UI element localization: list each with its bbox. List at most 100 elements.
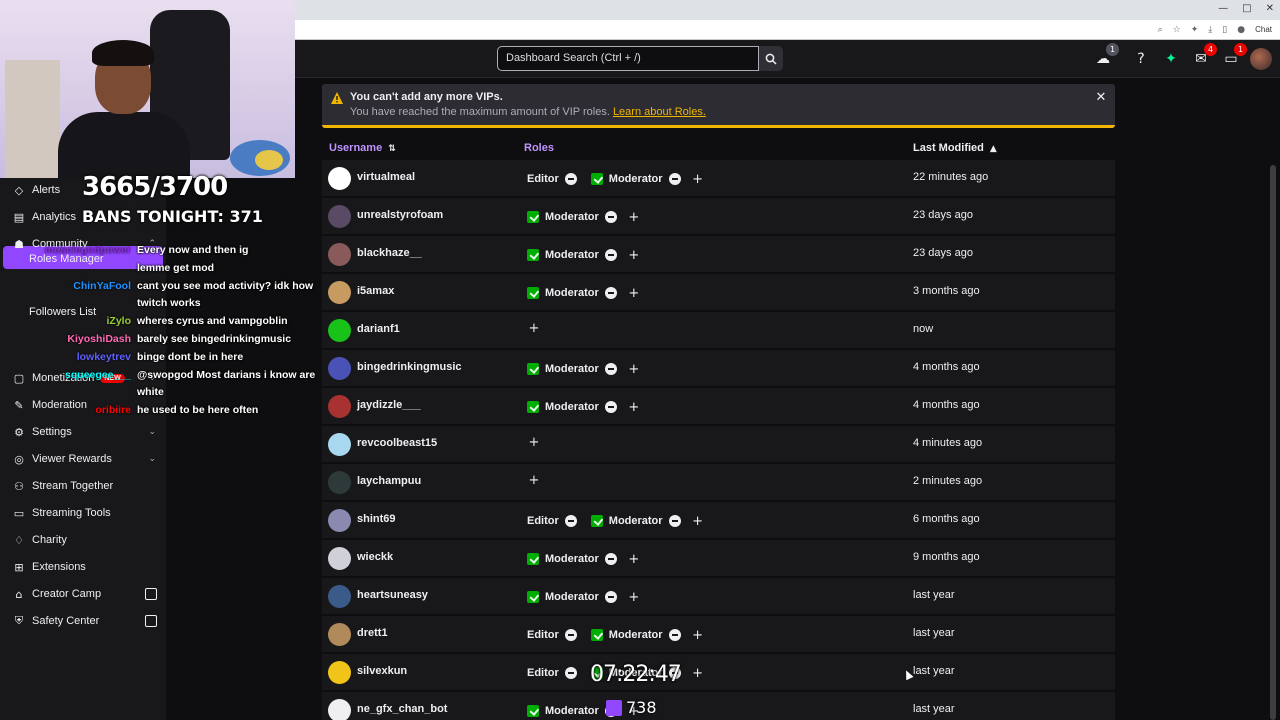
add-role-icon[interactable]: + <box>627 590 641 605</box>
avatar[interactable] <box>328 623 351 646</box>
username[interactable]: blackhaze__ <box>357 247 422 259</box>
username[interactable]: darianf1 <box>357 323 400 335</box>
zoom-icon[interactable]: ⌕ <box>1158 25 1163 35</box>
remove-role-icon[interactable] <box>564 515 577 527</box>
role-label: Moderator <box>545 249 599 261</box>
remove-role-icon[interactable] <box>668 173 681 185</box>
avatar[interactable] <box>328 585 351 608</box>
remove-role-icon[interactable] <box>604 591 617 603</box>
avatar[interactable] <box>328 509 351 532</box>
username[interactable]: revcoolbeast15 <box>357 437 437 449</box>
avatar[interactable] <box>328 547 351 570</box>
notifications-icon[interactable]: ▭ 1 <box>1221 43 1247 69</box>
profile-icon[interactable]: ● <box>1237 25 1245 35</box>
username[interactable]: wieckk <box>357 551 393 563</box>
avatar[interactable] <box>328 699 351 720</box>
help-icon[interactable]: ? <box>1131 49 1151 69</box>
avatar[interactable] <box>328 661 351 684</box>
username[interactable]: drett1 <box>357 627 388 639</box>
sparkle-icon[interactable]: ✦ <box>1161 49 1181 69</box>
column-header-username[interactable]: Username ⇅ <box>329 142 396 154</box>
moderator-sword-icon <box>527 211 539 223</box>
avatar[interactable] <box>328 281 351 304</box>
alert-message: You have reached the maximum amount of V… <box>350 106 610 118</box>
username[interactable]: bingedrinkingmusic <box>357 361 462 373</box>
add-role-icon[interactable]: + <box>627 400 641 415</box>
avatar[interactable] <box>328 471 351 494</box>
inbox-icon[interactable]: ✉ 4 <box>1191 43 1217 69</box>
remove-role-icon[interactable] <box>604 249 617 261</box>
avatar[interactable] <box>328 433 351 456</box>
username[interactable]: unrealstyrofoam <box>357 209 443 221</box>
learn-about-roles-link[interactable]: Learn about Roles. <box>613 106 706 118</box>
add-role-icon[interactable]: + <box>627 210 641 225</box>
bookmark-star-icon[interactable]: ☆ <box>1173 25 1181 35</box>
avatar[interactable] <box>328 167 351 190</box>
username[interactable]: virtualmeal <box>357 171 415 183</box>
avatar[interactable] <box>328 319 351 342</box>
username[interactable]: jaydizzle___ <box>357 399 421 411</box>
remove-role-icon[interactable] <box>564 629 577 641</box>
remove-role-icon[interactable] <box>564 173 577 185</box>
close-icon[interactable]: ✕ <box>1093 90 1109 106</box>
sort-icon: ⇅ <box>388 144 396 154</box>
remove-role-icon[interactable] <box>604 401 617 413</box>
avatar[interactable] <box>328 243 351 266</box>
remove-role-icon[interactable] <box>668 515 681 527</box>
add-role-icon[interactable]: + <box>627 552 641 567</box>
table-row: silvexkun Editor Moderator + last year <box>322 654 1115 691</box>
table-row: virtualmeal Editor Moderator +22 minutes ag… <box>322 160 1115 197</box>
sidebar-item-charity[interactable]: ♢ Charity <box>0 528 166 552</box>
add-role-icon[interactable]: + <box>627 248 641 263</box>
download-icon[interactable]: ⤓ <box>1208 25 1212 35</box>
maximize-icon[interactable]: □ <box>1242 3 1251 14</box>
add-role-icon[interactable]: + <box>691 628 705 643</box>
add-role-icon[interactable]: + <box>527 473 541 488</box>
avatar[interactable] <box>328 357 351 380</box>
username[interactable]: heartsuneasy <box>357 589 428 601</box>
avatar[interactable] <box>328 205 351 228</box>
username[interactable]: silvexkun <box>357 665 407 677</box>
remove-role-icon[interactable] <box>668 629 681 641</box>
sidebar-item-creator-camp[interactable]: ⌂ Creator Camp <box>0 582 166 606</box>
search-button[interactable] <box>759 46 783 71</box>
sidebar-item-stream-together[interactable]: ⚇ Stream Together <box>0 474 166 498</box>
add-role-icon[interactable]: + <box>691 172 705 187</box>
add-role-icon[interactable]: + <box>627 362 641 377</box>
close-icon[interactable]: ✕ <box>1266 3 1274 14</box>
username[interactable]: laychampuu <box>357 475 421 487</box>
dashboard-search-input[interactable]: Dashboard Search (Ctrl + /) <box>497 46 759 71</box>
sidepanel-icon[interactable]: ▯ <box>1222 25 1227 35</box>
role-chip-moderator: Moderator <box>587 169 691 189</box>
table-row: unrealstyrofoam Moderator +23 days ago <box>322 198 1115 235</box>
moderator-sword-icon <box>527 401 539 413</box>
avatar[interactable] <box>328 395 351 418</box>
avatar[interactable] <box>1250 48 1272 70</box>
remove-role-icon[interactable] <box>564 667 577 679</box>
sidebar-item-extensions[interactable]: ⊞ Extensions <box>0 555 166 579</box>
column-header-last-modified[interactable]: Last Modified ▲ <box>913 142 997 154</box>
username[interactable]: ne_gfx_chan_bot <box>357 703 447 715</box>
remove-role-icon[interactable] <box>604 211 617 223</box>
sidebar-item-viewer-rewards[interactable]: ◎ Viewer Rewards ⌄ <box>0 447 166 471</box>
username[interactable]: shint69 <box>357 513 396 525</box>
sidebar-item-followers-list[interactable]: Followers List <box>29 306 96 318</box>
moderator-sword-icon <box>527 705 539 717</box>
chat-button[interactable]: Chat <box>1255 25 1272 34</box>
page-scrollbar[interactable] <box>1270 165 1276 720</box>
remove-role-icon[interactable] <box>604 363 617 375</box>
sidebar-item-streaming-tools[interactable]: ▭ Streaming Tools <box>0 501 166 525</box>
crowd-icon[interactable]: ☁ 1 <box>1093 43 1119 69</box>
add-role-icon[interactable]: + <box>527 435 541 450</box>
remove-role-icon[interactable] <box>604 287 617 299</box>
minimize-icon[interactable]: — <box>1218 3 1228 14</box>
add-role-icon[interactable]: + <box>527 321 541 336</box>
remove-role-icon[interactable] <box>604 553 617 565</box>
sidebar-item-settings[interactable]: ⚙ Settings ⌄ <box>0 420 166 444</box>
add-role-icon[interactable]: + <box>691 666 705 681</box>
add-role-icon[interactable]: + <box>691 514 705 529</box>
username[interactable]: i5amax <box>357 285 394 297</box>
sidebar-item-safety-center[interactable]: ⛨ Safety Center <box>0 609 166 633</box>
add-role-icon[interactable]: + <box>627 286 641 301</box>
extension-icon[interactable]: ✦ <box>1191 25 1199 35</box>
